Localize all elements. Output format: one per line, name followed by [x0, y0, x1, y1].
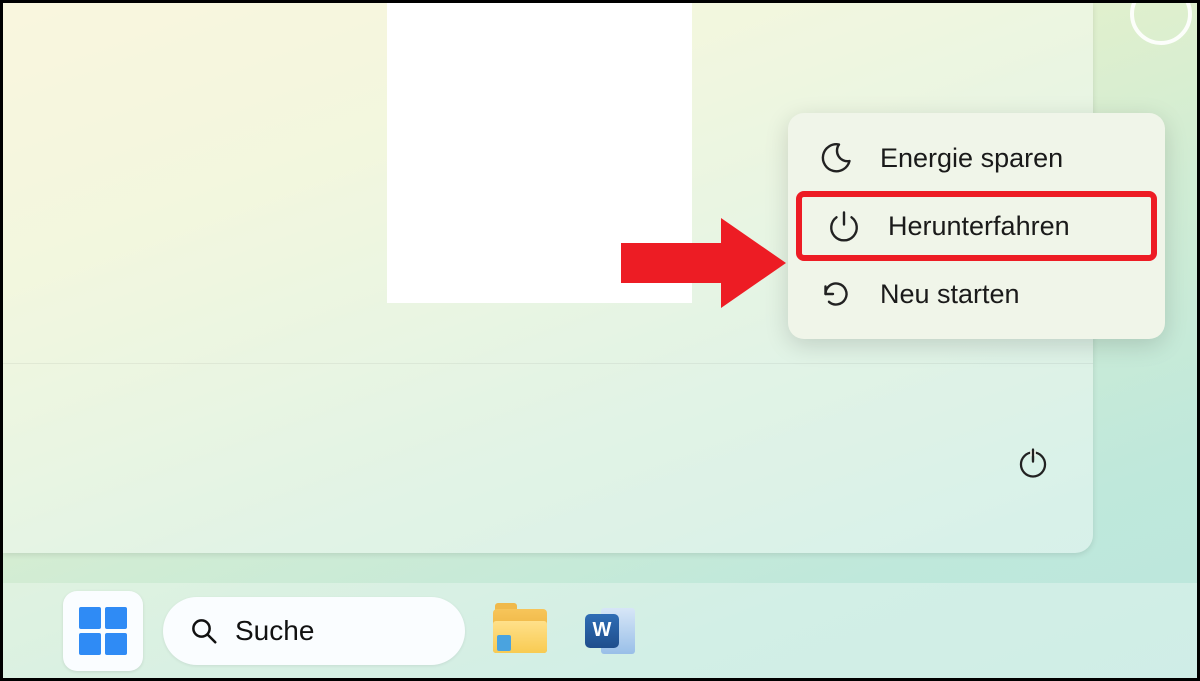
power-icon	[824, 206, 864, 246]
power-options-menu: Energie sparen Herunterfahren Neu starte…	[788, 113, 1165, 339]
menu-item-label: Neu starten	[880, 279, 1020, 310]
menu-item-label: Herunterfahren	[888, 211, 1070, 242]
windows-logo-icon	[79, 607, 127, 655]
menu-item-shutdown[interactable]: Herunterfahren	[796, 191, 1157, 261]
restart-icon	[816, 274, 856, 314]
taskbar-icon-word[interactable]: W	[575, 591, 645, 671]
search-label: Suche	[235, 615, 314, 647]
power-icon	[1016, 446, 1050, 480]
taskbar-icon-explorer[interactable]	[485, 591, 555, 671]
menu-item-label: Energie sparen	[880, 143, 1063, 174]
menu-item-sleep[interactable]: Energie sparen	[794, 123, 1159, 193]
menu-item-restart[interactable]: Neu starten	[794, 259, 1159, 329]
annotation-arrow	[611, 208, 791, 318]
taskbar: Suche W	[3, 583, 1197, 678]
screenshot-frame: Energie sparen Herunterfahren Neu starte…	[3, 3, 1197, 678]
power-button[interactable]	[1013, 443, 1053, 483]
decorative-arc	[1130, 3, 1192, 45]
search-box[interactable]: Suche	[163, 597, 465, 665]
start-button[interactable]	[63, 591, 143, 671]
search-icon	[189, 616, 219, 646]
folder-icon	[493, 609, 547, 653]
word-icon: W	[585, 606, 635, 656]
moon-icon	[816, 138, 856, 178]
